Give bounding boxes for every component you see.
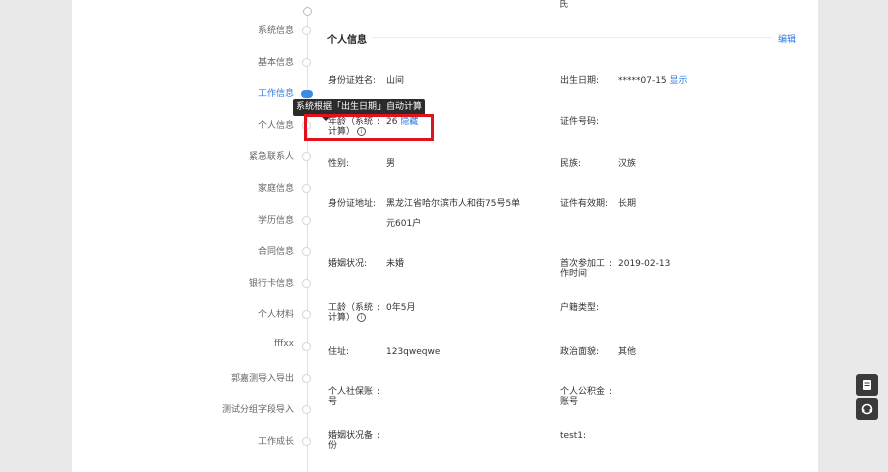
main-page	[72, 0, 818, 472]
nav-dot	[302, 26, 311, 35]
nav-item[interactable]: 紧急联系人	[249, 149, 294, 163]
gender-label: 性别:	[328, 159, 350, 169]
nav-item[interactable]: fffxx	[274, 339, 294, 353]
nav-item[interactable]: 合同信息	[258, 244, 294, 258]
edit-button[interactable]: 编辑	[778, 32, 796, 45]
hukou-label: 户籍类型:	[560, 303, 600, 313]
document-button[interactable]	[856, 374, 878, 396]
nav-dot	[302, 436, 311, 446]
birth-date-value: *****07-15 显示	[618, 75, 688, 88]
nav-item[interactable]: 学历信息	[258, 213, 294, 227]
nav-timeline-start	[303, 7, 312, 16]
document-icon	[863, 380, 871, 390]
social-security-label-line2: 号	[328, 397, 338, 407]
housing-fund-label-line2: 账号	[560, 397, 579, 407]
ethnicity-label: 民族:	[560, 159, 582, 169]
nav-dot	[301, 90, 313, 99]
id-number-label: 证件号码:	[560, 117, 600, 127]
id-address-value-line1: 黑龙江省哈尔滨市人和街75号5单	[386, 199, 521, 209]
section-divider	[372, 37, 772, 38]
id-name-label: 身份证姓名:	[328, 76, 377, 86]
highlight-box	[304, 114, 434, 141]
id-address-value-line2: 元601户	[386, 219, 422, 229]
nav-item[interactable]: 系统信息	[258, 23, 294, 37]
nav-timeline	[307, 8, 308, 472]
nav-item[interactable]: 基本信息	[258, 55, 294, 69]
nav-dot	[302, 215, 311, 225]
birth-date-masked: *****07-15	[618, 76, 667, 86]
first-work-label-line2: 作时间	[560, 269, 588, 279]
work-years-value: 0年5月	[386, 303, 416, 313]
id-name-value: 山间	[386, 76, 405, 86]
political-value: 其他	[618, 347, 637, 357]
work-years-label-line2: 计算） i	[328, 312, 367, 325]
id-valid-label: 证件有效期:	[560, 199, 609, 209]
marital-note-label-line2: 份	[328, 441, 338, 451]
nav-item[interactable]: 工作成长	[258, 434, 294, 448]
first-work-colon: :	[609, 259, 613, 269]
social-security-colon: :	[377, 387, 381, 397]
nav-item[interactable]: 测试分组字段导入	[222, 402, 294, 416]
first-work-value: 2019-02-13	[618, 259, 671, 269]
marital-label: 婚姻状况:	[328, 259, 368, 269]
support-button[interactable]	[856, 398, 878, 420]
id-address-label: 身份证地址:	[328, 199, 377, 209]
nav-dot	[302, 342, 311, 351]
section-title: 个人信息	[327, 35, 367, 46]
nav-item[interactable]: 工作信息	[258, 86, 294, 100]
marital-note-colon: :	[377, 431, 381, 441]
address-value: 123qweqwe	[386, 347, 441, 357]
nav-dot	[302, 278, 311, 288]
birth-date-label: 出生日期:	[560, 76, 600, 86]
work-years-colon: :	[377, 303, 381, 313]
marital-value: 未婚	[386, 259, 405, 269]
nav-dot	[302, 57, 311, 67]
id-valid-value: 长期	[618, 199, 637, 209]
info-icon[interactable]: i	[357, 313, 367, 322]
nav-item[interactable]: 个人材料	[258, 307, 294, 321]
headset-icon	[861, 403, 873, 415]
housing-fund-colon: :	[609, 387, 613, 397]
show-birth-date-link[interactable]: 显示	[670, 76, 688, 86]
nav-dot	[302, 373, 311, 383]
ethnicity-value: 汉族	[618, 159, 637, 169]
nav-item[interactable]: 银行卡信息	[249, 276, 294, 290]
nav-dot	[302, 184, 311, 193]
political-label: 政治面貌:	[560, 347, 600, 357]
nav-item[interactable]: 郭嘉测导入导出	[231, 371, 294, 385]
address-label: 住址:	[328, 347, 350, 357]
gender-value: 男	[386, 159, 396, 169]
top-cutoff-text: 氏	[559, 0, 569, 10]
test1-label: test1:	[560, 431, 587, 441]
nav-item[interactable]: 个人信息	[258, 118, 294, 132]
nav-item[interactable]: 家庭信息	[258, 181, 294, 195]
